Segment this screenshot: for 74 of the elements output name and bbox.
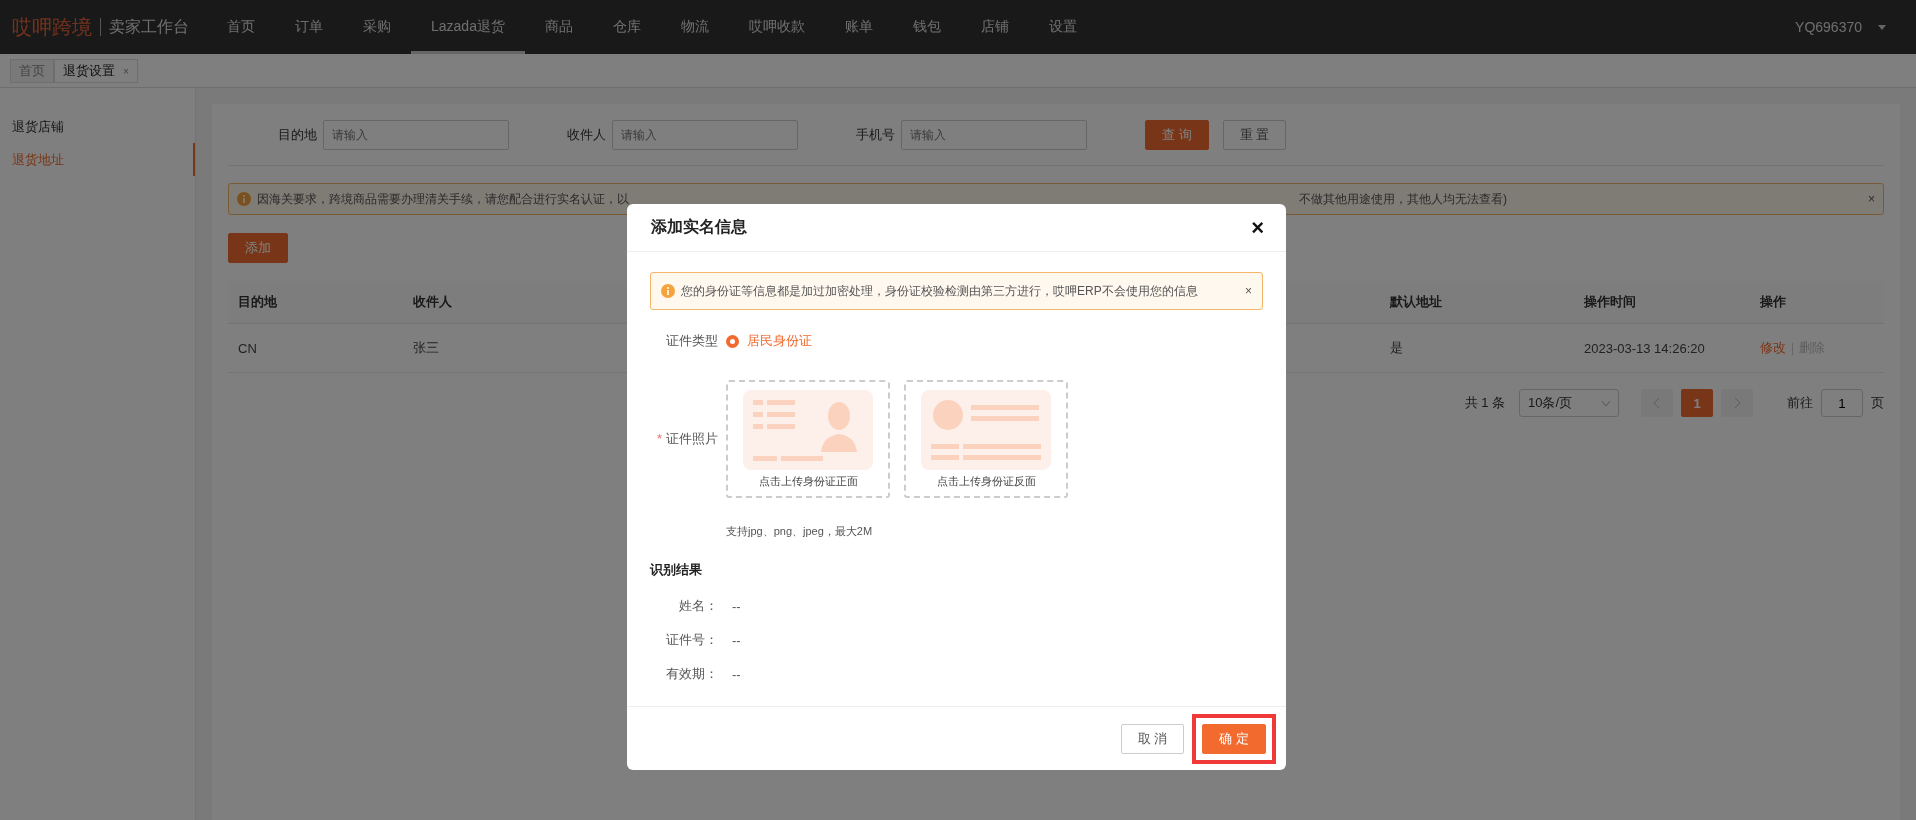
total-count: 共 1 条 xyxy=(1464,394,1505,412)
nav-item[interactable]: 物流 xyxy=(660,0,729,54)
field-label: 姓名： xyxy=(678,597,719,615)
column-header: 操作 xyxy=(1760,293,1787,311)
close-button[interactable]: × xyxy=(1251,214,1264,241)
page-button[interactable]: 1 xyxy=(1681,389,1713,417)
nav-item[interactable]: 订单 xyxy=(275,0,343,54)
upload-area[interactable]: 点击上传身份证反面 xyxy=(904,380,1068,498)
close-icon[interactable]: × xyxy=(1868,192,1875,206)
sidebar-item[interactable]: 退货地址 xyxy=(0,143,195,176)
input-field[interactable]: 请输入 xyxy=(901,119,1087,150)
caret-icon[interactable] xyxy=(1878,24,1886,30)
radio-option[interactable]: 居民身份证 xyxy=(726,332,812,350)
confirm-button[interactable]: 确 定 xyxy=(1202,723,1266,754)
notice-text: 因海关要求，跨境商品需要办理清关手续，请您配合进行实名认证，以 xyxy=(257,190,629,208)
field-label: * 证件照片 xyxy=(655,430,719,448)
close-icon[interactable]: × xyxy=(123,65,129,77)
upload-hint: 支持jpg、png、jpeg，最大2M xyxy=(726,524,874,539)
info-icon xyxy=(237,192,251,206)
upload-area[interactable]: 点击上传身份证正面 xyxy=(726,380,890,498)
alert-text: 您的身份证等信息都是加过加密处理，身份证校验检测由第三方进行，哎呷ERP不会使用您的信息 xyxy=(681,282,1198,300)
goto-label: 前往 xyxy=(1787,394,1813,412)
column-header: 默认地址 xyxy=(1390,293,1443,311)
page-suffix: 页 xyxy=(1871,394,1884,412)
page-input[interactable]: 1 xyxy=(1821,389,1863,417)
user-name[interactable]: YQ696370 xyxy=(1795,0,1872,54)
chevron-right-icon xyxy=(1734,398,1740,408)
nav-item[interactable]: 哎呷收款 xyxy=(728,0,825,54)
next-page-button[interactable] xyxy=(1721,389,1753,417)
notice-text: 不做其他用途使用，其他人均无法查看) xyxy=(1299,190,1507,208)
column-header: 收件人 xyxy=(413,293,453,311)
field-label: 收件人 xyxy=(567,125,606,144)
field-label: 手机号 xyxy=(856,125,895,144)
nav-item[interactable]: 商品 xyxy=(524,0,593,54)
add-button[interactable]: 添加 xyxy=(228,233,288,263)
nav-item[interactable]: 仓库 xyxy=(592,0,661,54)
search-button[interactable]: 查 询 xyxy=(1145,119,1209,150)
brand-logo: 哎呷跨境 xyxy=(12,18,101,36)
edit-link[interactable]: 修改 xyxy=(1760,340,1786,355)
field-value: -- xyxy=(732,666,741,682)
field-label: 有效期： xyxy=(665,665,719,683)
field-value: -- xyxy=(732,632,741,648)
table-cell-text: 是 xyxy=(1390,339,1404,357)
cancel-button[interactable]: 取 消 xyxy=(1120,723,1185,754)
dialog-title: 添加实名信息 xyxy=(651,217,747,237)
column-header: 目的地 xyxy=(238,293,278,311)
nav-item[interactable]: 店铺 xyxy=(960,0,1029,54)
table-cell-text: 张三 xyxy=(413,339,440,357)
nav-item[interactable]: 首页 xyxy=(207,0,275,54)
chevron-down-icon[interactable] xyxy=(1602,400,1610,406)
nav-item[interactable]: 设置 xyxy=(1028,0,1097,54)
info-icon xyxy=(661,284,675,298)
table-cell-text: 2023-03-13 14:26:20 xyxy=(1584,340,1706,356)
nav-item[interactable]: 钱包 xyxy=(892,0,961,54)
nav-item[interactable]: 账单 xyxy=(824,0,893,54)
sidebar-item[interactable]: 退货店铺 xyxy=(0,110,195,143)
field-label: 证件号： xyxy=(665,631,719,649)
radio-icon[interactable] xyxy=(726,334,739,348)
chevron-left-icon xyxy=(1654,398,1660,408)
prev-page-button[interactable] xyxy=(1641,389,1673,417)
field-label: 目的地 xyxy=(278,125,317,144)
field-label: 证件类型 xyxy=(665,332,719,350)
page-tab[interactable]: 退货设置 × xyxy=(54,59,138,83)
page-size-select[interactable]: 10条/页 xyxy=(1519,389,1619,417)
table-cell-text: CN xyxy=(238,340,258,356)
field-value: -- xyxy=(732,598,741,614)
app-subtitle: 卖家工作台 xyxy=(109,16,189,37)
input-field[interactable]: 请输入 xyxy=(612,119,798,150)
reset-button[interactable]: 重 置 xyxy=(1222,119,1287,150)
input-field[interactable]: 请输入 xyxy=(323,119,509,150)
nav-item[interactable]: 采购 xyxy=(343,0,411,54)
section-title: 识别结果 xyxy=(650,561,703,579)
column-header: 操作时间 xyxy=(1584,293,1637,311)
close-icon[interactable]: × xyxy=(1245,284,1252,298)
